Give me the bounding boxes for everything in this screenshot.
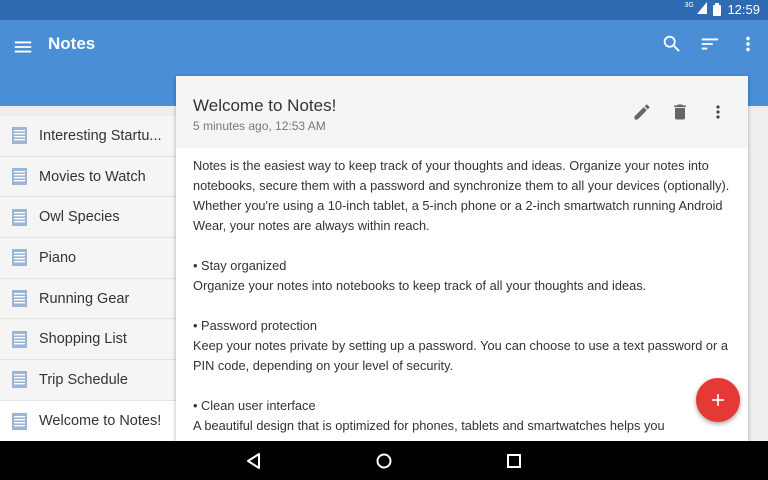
list-item[interactable]: Movies to Watch [0, 157, 176, 198]
plus-icon [712, 394, 724, 406]
note-icon [12, 168, 27, 186]
list-item-label: Interesting Startu... [39, 127, 162, 144]
note-icon [12, 412, 27, 430]
note-heading: • Password protection [193, 318, 317, 333]
note-actions [630, 100, 730, 124]
pencil-icon[interactable] [630, 100, 654, 124]
app-bar-actions [660, 32, 760, 56]
note-timestamp: 5 minutes ago, 12:53 AM [193, 119, 326, 133]
note-icon [12, 249, 27, 267]
status-bar: 3G 12:59 [0, 0, 768, 20]
recents-icon[interactable] [504, 451, 524, 471]
home-icon[interactable] [374, 451, 394, 471]
list-item-label: Piano [39, 249, 77, 266]
more-vert-icon[interactable] [736, 32, 760, 56]
list-item[interactable]: Trip Schedule [0, 360, 176, 401]
search-icon[interactable] [660, 32, 684, 56]
signal-icon [697, 2, 708, 14]
note-title: Welcome to Notes! [193, 96, 337, 115]
trash-icon[interactable] [668, 100, 692, 124]
network-indicator: 3G [684, 2, 708, 17]
note-paragraph: Keep your notes private by setting up a … [193, 338, 728, 373]
note-heading: • Clean user interface [193, 398, 316, 413]
add-note-button[interactable] [696, 378, 740, 422]
status-icons: 3G 12:59 [684, 2, 760, 17]
list-item[interactable]: Shopping List [0, 319, 176, 361]
notes-list: Interesting Startu... Movies to Watch Ow… [0, 116, 176, 442]
list-item-selected[interactable]: Welcome to Notes! [0, 400, 176, 442]
note-paragraph: A beautiful design that is optimized for… [193, 418, 665, 433]
list-item-label: Welcome to Notes! [39, 413, 162, 430]
battery-icon [713, 3, 722, 16]
note-icon [12, 208, 27, 226]
clock: 12:59 [727, 2, 760, 17]
list-item[interactable]: Running Gear [0, 279, 176, 320]
note-paragraph: Notes is the easiest way to keep track o… [193, 158, 730, 233]
list-item-label: Movies to Watch [39, 168, 146, 185]
more-vert-icon[interactable] [706, 100, 730, 124]
note-icon [12, 371, 27, 389]
list-item-label: Trip Schedule [39, 371, 128, 388]
list-item[interactable]: Owl Species [0, 197, 176, 239]
list-item[interactable]: Piano [0, 238, 176, 279]
note-icon [12, 290, 27, 308]
note-header: Welcome to Notes! 5 minutes ago, 12:53 A… [176, 76, 748, 148]
list-item-label: Owl Species [39, 209, 120, 226]
app-title: Notes [48, 34, 96, 53]
list-item-label: Shopping List [39, 331, 127, 348]
note-detail-card: Welcome to Notes! 5 minutes ago, 12:53 A… [176, 76, 748, 442]
note-heading: • Stay organized [193, 258, 287, 273]
list-item-label: Running Gear [39, 290, 130, 307]
back-icon[interactable] [244, 451, 264, 471]
list-item[interactable]: Interesting Startu... [0, 116, 176, 157]
navigation-bar [0, 441, 768, 480]
note-icon [12, 330, 27, 348]
note-paragraph: Organize your notes into notebooks to ke… [193, 278, 647, 293]
note-body[interactable]: Notes is the easiest way to keep track o… [176, 148, 748, 442]
note-icon [12, 127, 27, 145]
menu-icon[interactable] [12, 36, 34, 58]
network-type: 3G [684, 2, 694, 9]
sort-icon[interactable] [698, 32, 722, 56]
